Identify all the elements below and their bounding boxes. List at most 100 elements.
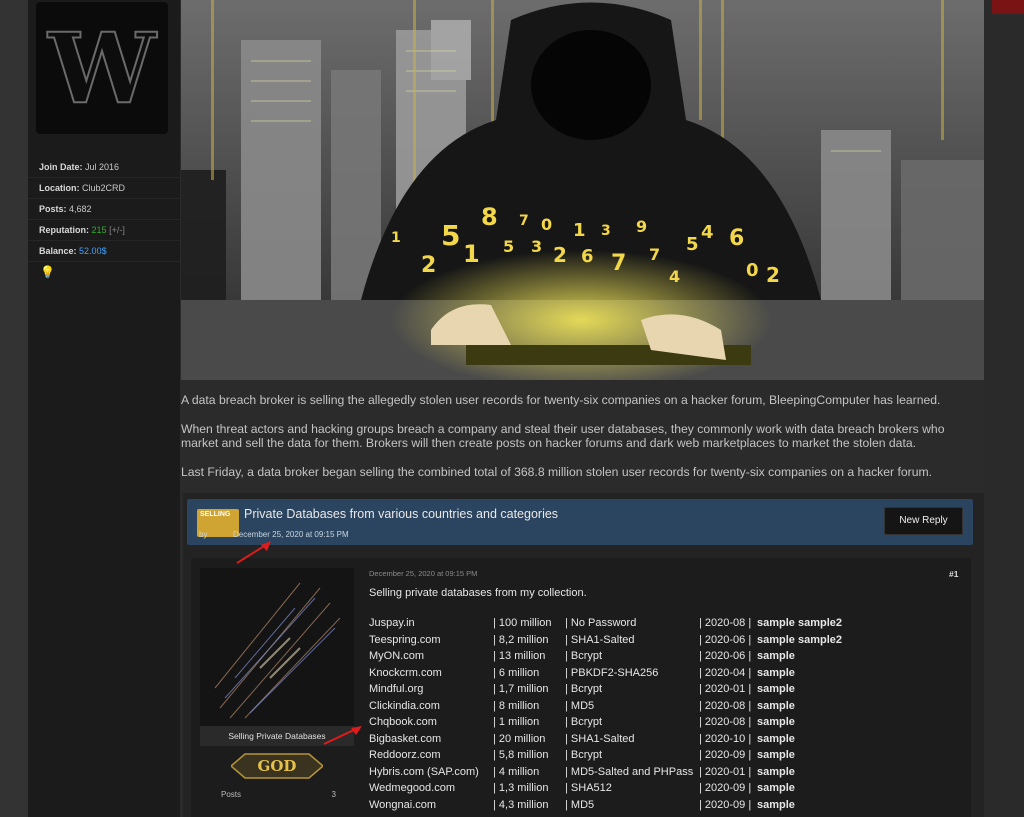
row-site: Chqbook.com — [369, 716, 437, 728]
hero-floating-digit: 1 — [463, 240, 480, 268]
article-text: A data breach broker is selling the alle… — [181, 393, 981, 493]
row-date: | 2020-10 | — [699, 732, 752, 745]
row-hash: | Bcrypt — [565, 716, 603, 728]
row-site: Clickindia.com — [369, 699, 440, 712]
table-row: Hybris.com (SAP.com) | 4 million | MD5-Sal… — [369, 766, 949, 783]
hero-floating-digit: 9 — [636, 217, 647, 236]
row-date: | 2020-04 | — [699, 666, 752, 679]
row-hash: | MD5 — [565, 699, 595, 712]
row-hash: | Bcrypt — [565, 650, 603, 662]
user-info-list: Join Date: Jul 2016 Location: Club2CRD P… — [28, 157, 180, 262]
table-row: Bigbasket.com | 20 million | SHA1-Salted | … — [369, 733, 949, 750]
row-hash: | Bcrypt — [565, 683, 603, 695]
row-date: | 2020-08 | — [699, 716, 752, 728]
row-sample-links[interactable]: sample — [757, 700, 795, 712]
poster-avatar[interactable] — [200, 568, 354, 726]
row-date: | 2020-06 | — [699, 650, 752, 662]
table-row: Chqbook.com | 1 million | Bcrypt | 2020-08 … — [369, 716, 949, 733]
row-site: Juspay.in — [369, 617, 415, 629]
poster-avatar-art — [200, 568, 354, 726]
row-sample-links[interactable]: sample — [757, 782, 795, 794]
right-edge-marker — [992, 0, 1024, 14]
row-sample-links[interactable]: sample — [757, 667, 795, 679]
row-site: Knockcrm.com — [369, 666, 442, 679]
table-row: Knockcrm.com | 6 million | PBKDF2-SHA256 | … — [369, 667, 949, 684]
reputation-toggle-link[interactable]: [+/-] — [109, 225, 125, 235]
reputation-label: Reputation: — [39, 225, 89, 235]
hero-floating-digit: 0 — [541, 215, 552, 234]
row-hash: | No Password — [565, 617, 637, 629]
rank-badge: GOD — [231, 753, 323, 779]
new-reply-button[interactable]: New Reply — [884, 507, 963, 535]
row-site: Wedmegood.com — [369, 782, 456, 794]
row-size: | 1,3 million — [493, 782, 549, 794]
hero-floating-digit: 6 — [581, 246, 594, 267]
row-sample-links[interactable]: sample — [757, 683, 795, 695]
post-number-link[interactable]: #1 — [949, 569, 958, 579]
hero-floating-digit: 6 — [729, 226, 744, 251]
table-row: Clickindia.com | 8 million | MD5 | 2020-08 … — [369, 700, 949, 717]
poster-stat-label: Posts — [221, 790, 242, 799]
join-date-row: Join Date: Jul 2016 — [28, 157, 180, 178]
page-right-gutter — [985, 0, 1024, 817]
row-date: | 2020-06 | — [699, 633, 752, 646]
page-left-gutter — [0, 0, 28, 817]
row-size: | 8,2 million — [493, 633, 549, 646]
row-date: | 2020-01 | — [699, 765, 752, 778]
lightbulb-icon[interactable]: 💡 — [40, 265, 55, 279]
hero-floating-digit: 2 — [421, 253, 436, 278]
row-site: Reddoorz.com — [369, 749, 441, 761]
row-size: | 6 million — [493, 666, 540, 679]
row-size: | 4,3 million — [493, 798, 549, 811]
row-sample-links[interactable]: sample — [757, 799, 795, 811]
row-sample-links[interactable]: sample — [757, 766, 795, 778]
balance-row: Balance: 52.00$ — [28, 241, 180, 262]
row-hash: | MD5-Salted and PHPass — [565, 765, 694, 778]
table-row: Teespring.com | 8,2 million | SHA1-Salted |… — [369, 634, 949, 651]
balance-value: 52.00$ — [79, 246, 107, 256]
row-date: | 2020-08 | — [699, 699, 752, 712]
poster-stat-value: 3 — [331, 790, 336, 799]
hero-floating-digit: 5 — [686, 234, 699, 255]
hero-floating-digit: 5 — [441, 219, 460, 252]
main-content: 5870139421532677561024 A data breach bro… — [180, 0, 985, 817]
thread-header: SELLING Private Databases from various c… — [187, 499, 973, 545]
hero-floating-digit: 0 — [746, 260, 759, 281]
article-paragraph-2: When threat actors and hacking groups br… — [181, 421, 945, 451]
thread-by-label: by — [199, 530, 208, 539]
row-size: | 8 million — [493, 699, 540, 712]
row-sample-links[interactable]: sample sample2 — [757, 634, 842, 646]
row-date: | 2020-09 | — [699, 782, 752, 794]
row-sample-links[interactable]: sample — [757, 716, 795, 728]
row-site: Mindful.org — [369, 683, 424, 695]
hero-floating-digit: 2 — [553, 243, 567, 267]
avatar-letter: W — [47, 11, 157, 126]
article-paragraph-3: Last Friday, a data broker began selling… — [181, 464, 933, 479]
poster-stats: Posts 3 — [221, 790, 336, 799]
reputation-value: 215 — [91, 225, 107, 235]
thread-title[interactable]: Private Databases from various countries… — [244, 507, 558, 521]
row-sample-links[interactable]: sample — [757, 650, 795, 662]
hero-floating-digit: 7 — [649, 245, 660, 264]
row-size: | 100 million — [493, 617, 552, 629]
user-avatar[interactable]: W — [36, 2, 168, 134]
row-size: | 13 million — [493, 650, 546, 662]
hero-floating-digit: 5 — [503, 237, 514, 256]
database-list: Juspay.in | 100 million | No Password | 202… — [369, 617, 949, 815]
hero-floating-digit: 4 — [701, 222, 714, 243]
row-date: | 2020-09 | — [699, 798, 752, 811]
location-row: Location: Club2CRD — [28, 178, 180, 199]
poster-stat-posts: Posts 3 — [221, 790, 336, 799]
row-site: Teespring.com — [369, 633, 441, 646]
article-paragraph-1: A data breach broker is selling the alle… — [181, 393, 941, 407]
row-sample-links[interactable]: sample — [757, 749, 795, 761]
forum-post: Selling Private Databases GOD Posts 3 De… — [191, 558, 971, 817]
row-sample-links[interactable]: sample sample2 — [757, 617, 842, 629]
row-sample-links[interactable]: sample — [757, 733, 795, 745]
hero-floating-digit: 7 — [519, 213, 529, 229]
table-row: MyON.com | 13 million | Bcrypt | 2020-06 | s… — [369, 650, 949, 667]
post-date: December 25, 2020 at 09:15 PM — [369, 569, 478, 578]
hero-floating-digit: 7 — [611, 251, 626, 276]
posts-row: Posts: 4,682 — [28, 199, 180, 220]
row-hash: | PBKDF2-SHA256 — [565, 666, 659, 679]
